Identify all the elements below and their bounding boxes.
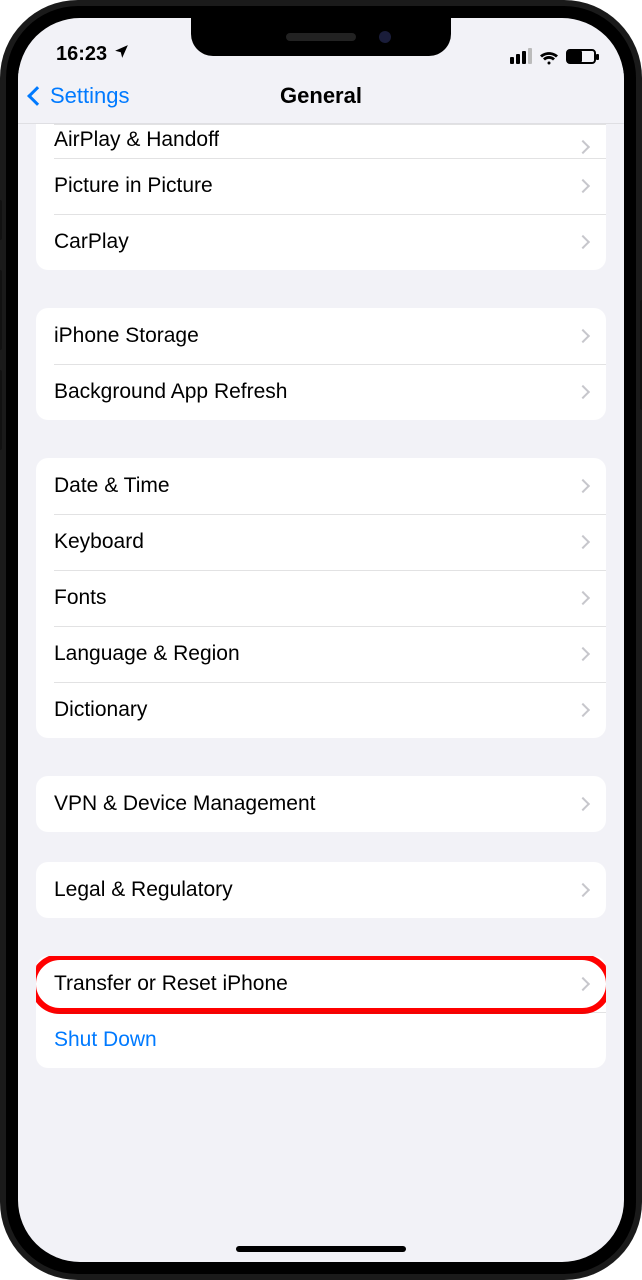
row-label: VPN & Device Management <box>54 792 315 816</box>
row-carplay[interactable]: CarPlay <box>36 214 606 270</box>
chevron-right-icon <box>576 235 590 249</box>
row-label: Fonts <box>54 586 107 610</box>
chevron-right-icon <box>576 703 590 717</box>
chevron-left-icon <box>27 86 47 106</box>
status-time: 16:23 <box>56 43 107 66</box>
row-label: CarPlay <box>54 230 129 254</box>
settings-list[interactable]: AirPlay & Handoff Picture in Picture Car… <box>18 124 624 1262</box>
side-button-mute <box>0 200 2 240</box>
back-label: Settings <box>50 83 130 109</box>
front-camera <box>379 31 391 43</box>
row-dictionary[interactable]: Dictionary <box>36 682 606 738</box>
row-label: Picture in Picture <box>54 174 213 198</box>
row-picture-in-picture[interactable]: Picture in Picture <box>36 158 606 214</box>
chevron-right-icon <box>576 977 590 991</box>
row-label: Background App Refresh <box>54 380 287 404</box>
location-icon <box>113 43 130 66</box>
row-background-app-refresh[interactable]: Background App Refresh <box>36 364 606 420</box>
row-label: Keyboard <box>54 530 144 554</box>
row-label: Language & Region <box>54 642 240 666</box>
chevron-right-icon <box>576 385 590 399</box>
speaker-grille <box>286 33 356 41</box>
row-legal-regulatory[interactable]: Legal & Regulatory <box>36 862 606 918</box>
group-input-locale: Date & Time Keyboard Fonts Language & Re… <box>36 458 606 738</box>
row-label: Dictionary <box>54 698 147 722</box>
page-title: General <box>280 83 362 109</box>
notch <box>191 18 451 56</box>
chevron-right-icon <box>576 179 590 193</box>
group-storage: iPhone Storage Background App Refresh <box>36 308 606 420</box>
side-button-vol-up <box>0 270 2 350</box>
home-indicator[interactable] <box>236 1246 406 1252</box>
screen: 16:23 Settings General <box>18 18 624 1262</box>
row-fonts[interactable]: Fonts <box>36 570 606 626</box>
row-shut-down[interactable]: Shut Down <box>36 1012 606 1068</box>
row-airplay-handoff[interactable]: AirPlay & Handoff <box>36 124 606 158</box>
chevron-right-icon <box>576 883 590 897</box>
row-language-region[interactable]: Language & Region <box>36 626 606 682</box>
back-button[interactable]: Settings <box>30 68 130 123</box>
row-label: AirPlay & Handoff <box>54 128 219 152</box>
status-right <box>510 48 596 68</box>
row-date-time[interactable]: Date & Time <box>36 458 606 514</box>
chevron-right-icon <box>576 140 590 154</box>
battery-icon <box>566 49 596 64</box>
chevron-right-icon <box>576 535 590 549</box>
nav-bar: Settings General <box>18 68 624 124</box>
group-media: AirPlay & Handoff Picture in Picture Car… <box>36 124 606 270</box>
row-iphone-storage[interactable]: iPhone Storage <box>36 308 606 364</box>
chevron-right-icon <box>576 797 590 811</box>
wifi-icon <box>539 49 559 64</box>
chevron-right-icon <box>576 591 590 605</box>
row-label: Legal & Regulatory <box>54 878 233 902</box>
row-vpn-device-management[interactable]: VPN & Device Management <box>36 776 606 832</box>
row-label: Date & Time <box>54 474 170 498</box>
status-left: 16:23 <box>56 43 130 68</box>
row-label: Shut Down <box>54 1028 157 1052</box>
phone-frame: 16:23 Settings General <box>0 0 642 1280</box>
row-label: Transfer or Reset iPhone <box>54 972 288 996</box>
group-legal: Legal & Regulatory <box>36 862 606 918</box>
row-keyboard[interactable]: Keyboard <box>36 514 606 570</box>
cellular-signal-icon <box>510 48 532 64</box>
chevron-right-icon <box>576 479 590 493</box>
group-reset: Transfer or Reset iPhone Shut Down <box>36 956 606 1068</box>
side-button-vol-down <box>0 370 2 450</box>
row-transfer-or-reset-iphone[interactable]: Transfer or Reset iPhone <box>36 956 606 1012</box>
chevron-right-icon <box>576 647 590 661</box>
group-vpn: VPN & Device Management <box>36 776 606 832</box>
row-label: iPhone Storage <box>54 324 199 348</box>
chevron-right-icon <box>576 329 590 343</box>
